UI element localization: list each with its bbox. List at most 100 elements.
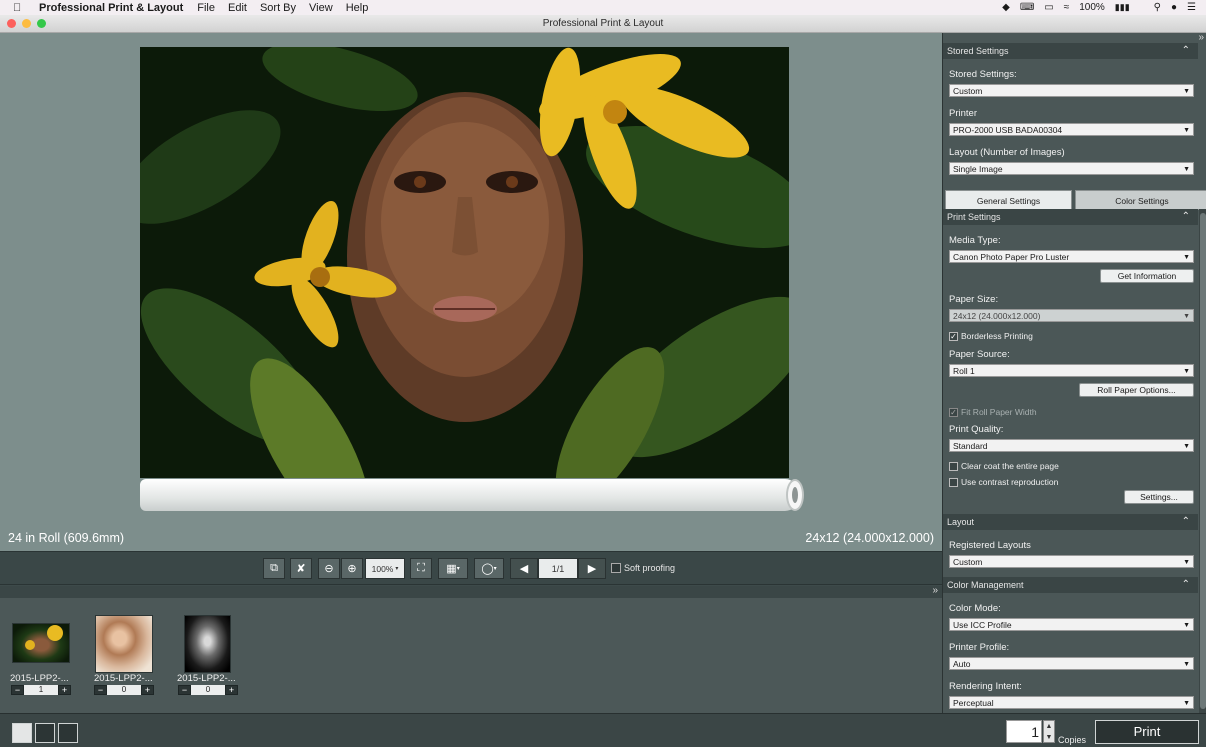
- layout-view-single-icon[interactable]: [12, 723, 32, 743]
- thumbnail-count[interactable]: 1: [24, 685, 58, 695]
- increment-button[interactable]: +: [225, 685, 238, 695]
- contrast-reproduction-label: Use contrast reproduction: [961, 477, 1059, 487]
- increment-button[interactable]: +: [141, 685, 154, 695]
- printer-dropdown[interactable]: PRO-2000 USB BADA00304 ▼: [949, 123, 1194, 136]
- search-icon[interactable]: ⚲: [1154, 2, 1161, 13]
- thumbnail-image[interactable]: [95, 615, 153, 673]
- contrast-reproduction-box[interactable]: [949, 477, 958, 487]
- media-roll-icon-dropdown[interactable]: ◯ ▾: [474, 558, 504, 579]
- next-page-button[interactable]: ▶: [578, 558, 606, 579]
- wifi-icon[interactable]: ≈: [1064, 2, 1070, 13]
- menu-sort-by[interactable]: Sort By: [260, 2, 296, 14]
- add-page-button[interactable]: ⧉: [263, 558, 285, 579]
- print-quality-dropdown[interactable]: Standard ▼: [949, 439, 1194, 452]
- paper-size-label: 24x12 (24.000x12.000): [805, 531, 934, 545]
- expand-panel-icon[interactable]: »: [1198, 32, 1204, 43]
- layout-view-split-icon[interactable]: [58, 723, 78, 743]
- collapse-icon[interactable]: ⌃: [1182, 43, 1190, 59]
- rendering-intent-dropdown[interactable]: Perceptual ▼: [949, 696, 1194, 709]
- notification-center-icon[interactable]: ☰: [1187, 2, 1196, 13]
- clear-coat-label: Clear coat the entire page: [961, 461, 1059, 471]
- decrement-button[interactable]: −: [11, 685, 24, 695]
- layout-count-value: Single Image: [953, 164, 1003, 174]
- paper-source-dropdown[interactable]: Roll 1 ▼: [949, 364, 1194, 377]
- media-type-dropdown[interactable]: Canon Photo Paper Pro Luster ▼: [949, 250, 1194, 263]
- scrollbar-thumb[interactable]: [1200, 213, 1206, 709]
- collapse-icon[interactable]: ⌃: [1182, 209, 1190, 225]
- zoom-in-button[interactable]: ⊕: [341, 558, 363, 579]
- print-button[interactable]: Print: [1095, 720, 1199, 744]
- delete-page-button[interactable]: ✘: [290, 558, 312, 579]
- dropbox-icon[interactable]: ◆: [1002, 2, 1010, 13]
- borderless-printing-checkbox[interactable]: ✓ Borderless Printing: [949, 331, 1033, 341]
- print-quality-label: Print Quality:: [949, 424, 1004, 435]
- preview-area: 24 in Roll (609.6mm) 24x12 (24.000x12.00…: [0, 33, 942, 551]
- color-mode-label: Color Mode:: [949, 603, 1001, 614]
- copies-stepper[interactable]: ▲ ▼: [1043, 720, 1055, 743]
- clear-coat-box[interactable]: [949, 461, 958, 471]
- layout-header[interactable]: Layout ⌃: [943, 514, 1198, 530]
- get-information-button[interactable]: Get Information: [1100, 269, 1194, 283]
- collapse-filmstrip-icon[interactable]: »: [932, 585, 938, 596]
- layout-header-label: Layout: [947, 517, 975, 527]
- increment-button[interactable]: +: [58, 685, 71, 695]
- settings-panel: » Stored Settings ⌃ Stored Settings: Cust…: [942, 32, 1206, 713]
- layout-count-dropdown[interactable]: Single Image ▼: [949, 162, 1194, 175]
- clear-coat-checkbox[interactable]: Clear coat the entire page: [949, 461, 1059, 471]
- layout-view-double-icon[interactable]: [35, 723, 55, 743]
- apple-icon[interactable]: : [13, 2, 25, 14]
- collapse-icon[interactable]: ⌃: [1182, 577, 1190, 593]
- keyboard-icon[interactable]: ⌨: [1020, 2, 1034, 13]
- tab-color-settings[interactable]: Color Settings: [1075, 190, 1206, 210]
- soft-proofing-box[interactable]: [611, 563, 621, 573]
- app-menu[interactable]: Professional Print & Layout: [39, 2, 183, 14]
- thumbnail-image[interactable]: [12, 623, 70, 663]
- menu-help[interactable]: Help: [346, 2, 369, 14]
- zoom-window-button[interactable]: [37, 19, 46, 28]
- menu-file[interactable]: File: [197, 2, 215, 14]
- paper-size-label: Paper Size:: [949, 294, 999, 305]
- media-type-value: Canon Photo Paper Pro Luster: [953, 252, 1070, 262]
- tab-general-settings[interactable]: General Settings: [945, 190, 1072, 210]
- menu-edit[interactable]: Edit: [228, 2, 247, 14]
- soft-proofing-checkbox[interactable]: Soft proofing: [611, 563, 675, 573]
- paper-size-dropdown[interactable]: 24x12 (24.000x12.000) ▼: [949, 309, 1194, 322]
- color-mode-dropdown[interactable]: Use ICC Profile ▼: [949, 618, 1194, 631]
- checkmark-icon[interactable]: ✓: [949, 331, 958, 341]
- close-window-button[interactable]: [7, 19, 16, 28]
- preview-photo[interactable]: [140, 47, 789, 478]
- zoom-out-button[interactable]: ⊖: [318, 558, 340, 579]
- previous-page-button[interactable]: ◀: [510, 558, 538, 579]
- menu-view[interactable]: View: [309, 2, 333, 14]
- stored-settings-header[interactable]: Stored Settings ⌃: [943, 43, 1198, 59]
- thumbnail-image[interactable]: [184, 615, 231, 673]
- fit-to-window-button[interactable]: ⛶: [410, 558, 432, 579]
- fit-roll-paper-width-checkbox[interactable]: ✓ Fit Roll Paper Width: [949, 407, 1037, 417]
- print-settings-header[interactable]: Print Settings ⌃: [943, 209, 1198, 225]
- airplay-icon[interactable]: ▭: [1044, 2, 1053, 13]
- battery-icon[interactable]: ▮▮▮: [1115, 2, 1130, 13]
- checkmark-icon[interactable]: ✓: [949, 407, 958, 417]
- printer-profile-dropdown[interactable]: Auto ▼: [949, 657, 1194, 670]
- panel-scrollbar[interactable]: [1199, 209, 1206, 713]
- registered-layouts-label: Registered Layouts: [949, 540, 1031, 551]
- settings-button[interactable]: Settings...: [1124, 490, 1194, 504]
- thumbnail-count[interactable]: 0: [191, 685, 225, 695]
- contrast-reproduction-checkbox[interactable]: Use contrast reproduction: [949, 477, 1058, 487]
- color-management-header-label: Color Management: [947, 580, 1024, 590]
- stored-settings-dropdown[interactable]: Custom ▼: [949, 84, 1194, 97]
- roll-paper-options-button[interactable]: Roll Paper Options...: [1079, 383, 1194, 397]
- collapse-icon[interactable]: ⌃: [1182, 514, 1190, 530]
- thumbnail-count[interactable]: 0: [107, 685, 141, 695]
- siri-icon[interactable]: ●: [1171, 2, 1177, 13]
- minimize-window-button[interactable]: [22, 19, 31, 28]
- zoom-level-value: 100%: [371, 563, 394, 574]
- decrement-button[interactable]: −: [94, 685, 107, 695]
- copies-input[interactable]: 1: [1006, 720, 1042, 743]
- rotate-text-icon-dropdown[interactable]: ▦ ▾: [438, 558, 468, 579]
- zoom-level-dropdown[interactable]: 100% ▾: [365, 558, 405, 579]
- stored-settings-value: Custom: [953, 86, 983, 96]
- decrement-button[interactable]: −: [178, 685, 191, 695]
- registered-layouts-dropdown[interactable]: Custom ▼: [949, 555, 1194, 568]
- color-management-header[interactable]: Color Management ⌃: [943, 577, 1198, 593]
